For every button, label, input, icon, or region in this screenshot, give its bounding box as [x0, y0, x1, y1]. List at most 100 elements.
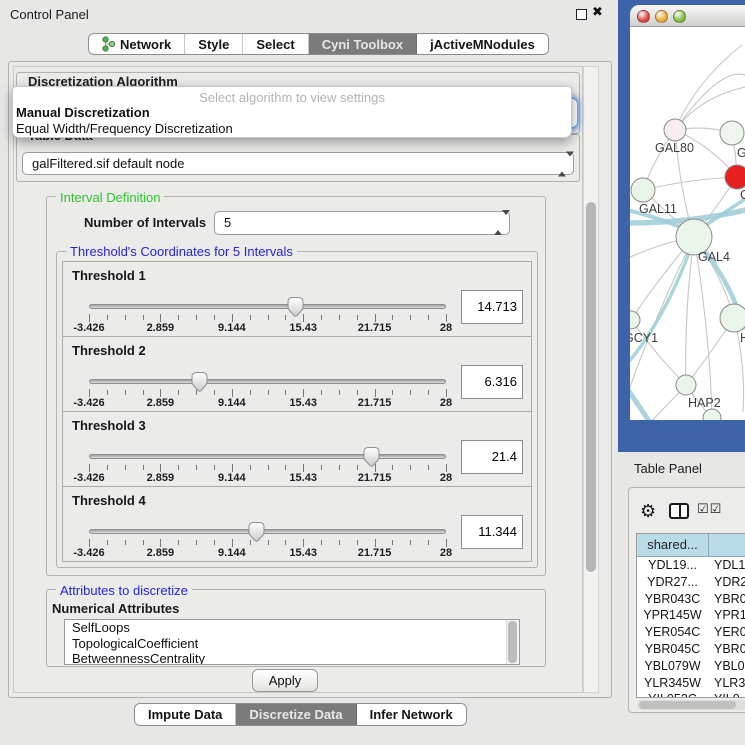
tab-infer-network[interactable]: Infer Network: [357, 704, 466, 725]
table-row[interactable]: YER054CYER0: [637, 625, 745, 639]
close-traffic-light-icon[interactable]: [637, 10, 650, 23]
network-node-label: GCY1: [630, 331, 658, 345]
threshold-value-field[interactable]: 11.344: [461, 515, 523, 549]
slider-tick: [285, 390, 286, 395]
slider-thumb[interactable]: [286, 296, 305, 323]
slider-tick: [357, 540, 358, 545]
table-row[interactable]: YBL079WYBL0: [637, 659, 745, 673]
table-horizontal-scrollbar-thumb[interactable]: [639, 701, 736, 709]
slider-track[interactable]: [89, 529, 446, 534]
slider-tick-label: 28: [440, 397, 452, 409]
slider-tick: [89, 389, 90, 397]
table-row[interactable]: YIL052CYIL0: [637, 692, 740, 698]
intervals-combobox[interactable]: 5: [214, 211, 510, 235]
minimize-traffic-light-icon[interactable]: [655, 10, 668, 23]
slider-thumb[interactable]: [362, 446, 381, 473]
slider-track[interactable]: [89, 304, 446, 309]
cell-name: YBR0: [708, 642, 745, 656]
gear-icon[interactable]: ⚙: [640, 501, 656, 522]
table-row[interactable]: YDL19...YDL1: [637, 558, 745, 572]
apply-button[interactable]: Apply: [252, 669, 318, 692]
algorithm-dropdown-popup: Select algorithm to view settings Manual…: [12, 86, 572, 138]
network-node-gal11[interactable]: [631, 178, 655, 202]
table-row[interactable]: YLR345WYLR3: [637, 676, 745, 690]
slider-tick: [285, 465, 286, 470]
slider-tick: [303, 464, 304, 472]
network-canvas[interactable]: GAL80GACGAL11GAL4GCY1HHAP2: [630, 27, 745, 420]
slider-thumb[interactable]: [190, 371, 209, 398]
table-row[interactable]: YDR27...YDR2: [637, 575, 745, 589]
column-header-shared-name[interactable]: shared...: [637, 534, 709, 557]
slider-tick-label: 15.43: [289, 547, 317, 559]
slider-tick: [446, 539, 447, 547]
slider-tick: [392, 465, 393, 470]
table-row[interactable]: YPR145WYPR1: [637, 608, 745, 622]
slider-tick: [178, 390, 179, 395]
attribute-list-item[interactable]: SelfLoops: [65, 620, 519, 636]
cell-shared-name: YBR045C: [637, 642, 708, 656]
dropdown-option-1[interactable]: Manual Discretization: [13, 105, 571, 121]
attribute-list-item[interactable]: TopologicalCoefficient: [65, 636, 519, 652]
tab-select[interactable]: Select: [243, 34, 308, 54]
network-node-gcy1[interactable]: [630, 311, 640, 329]
vertical-scrollbar-thumb[interactable]: [586, 202, 596, 572]
select-columns-checkboxes-icon[interactable]: ☑☑: [697, 502, 722, 517]
cell-shared-name: YIL052C: [637, 692, 708, 698]
slider-tick-label: -3.426: [73, 397, 104, 409]
slider-tick-label: -3.426: [73, 472, 104, 484]
numerical-attributes-list[interactable]: SelfLoopsTopologicalCoefficientBetweenne…: [64, 619, 520, 665]
table-data-combobox[interactable]: galFiltered.sif default node: [22, 152, 574, 175]
threshold-value-field[interactable]: 21.4: [461, 440, 523, 474]
tab-cyni-toolbox[interactable]: Cyni Toolbox: [309, 34, 417, 54]
tab-style[interactable]: Style: [185, 34, 243, 54]
tab-label: Style: [198, 37, 229, 52]
tab-network[interactable]: Network: [89, 34, 185, 54]
network-edge: [630, 387, 674, 420]
float-window-icon[interactable]: [576, 9, 587, 20]
cell-name: YLR3: [708, 676, 745, 690]
attributes-list-scrollbar-thumb[interactable]: [508, 621, 517, 663]
slider-tick: [321, 315, 322, 320]
slider-tick: [125, 315, 126, 320]
slider-tick-label: 21.715: [358, 472, 392, 484]
slider-track[interactable]: [89, 379, 446, 384]
table-row[interactable]: YBR043CYBR0: [637, 592, 745, 606]
slider-tick: [446, 464, 447, 472]
zoom-traffic-light-icon[interactable]: [673, 10, 686, 23]
dropdown-option-2[interactable]: Equal Width/Frequency Discretization: [13, 121, 571, 137]
slider-tick: [410, 540, 411, 545]
column-layout-icon[interactable]: [669, 503, 689, 519]
close-icon[interactable]: ✖: [592, 5, 603, 20]
threshold-value-field[interactable]: 6.316: [461, 365, 523, 399]
network-node-c[interactable]: [725, 165, 745, 189]
cell-name: YDL1: [708, 558, 745, 572]
network-node-gal80[interactable]: [664, 119, 686, 141]
tab-jactivemnodules[interactable]: jActiveMNodules: [417, 34, 548, 54]
slider-tick: [125, 390, 126, 395]
slider-tick: [303, 539, 304, 547]
attribute-list-item[interactable]: BetweennessCentrality: [65, 651, 519, 665]
slider-tick: [392, 540, 393, 545]
tab-discretize-data[interactable]: Discretize Data: [236, 704, 356, 725]
slider-tick: [232, 389, 233, 397]
slider-tick: [446, 389, 447, 397]
node-attribute-table[interactable]: shared...naYDL19...YDL1 YDR27...YDR2 YBR04…: [636, 533, 745, 698]
column-header-name[interactable]: na: [709, 534, 745, 557]
slider-tick: [392, 315, 393, 320]
slider-thumb[interactable]: [247, 521, 266, 548]
slider-tick: [214, 390, 215, 395]
slider-tick-label: 21.715: [358, 547, 392, 559]
threshold-value-field[interactable]: 14.713: [461, 290, 523, 324]
slider-tick-label: 15.43: [289, 472, 317, 484]
network-window-titlebar[interactable]: [630, 5, 745, 27]
slider-track[interactable]: [89, 454, 446, 459]
network-node-ga[interactable]: [720, 121, 744, 145]
attributes-group-title: Attributes to discretize: [56, 583, 192, 598]
table-row[interactable]: YBR045CYBR0: [637, 642, 745, 656]
slider-tick: [428, 315, 429, 320]
network-edge: [630, 418, 712, 420]
network-node-h[interactable]: [720, 304, 745, 332]
top-tab-bar: Network Style SelectCyni ToolboxjActiveMNo…: [88, 33, 549, 55]
tab-impute-data[interactable]: Impute Data: [135, 704, 236, 725]
network-node-hap2[interactable]: [676, 375, 696, 395]
